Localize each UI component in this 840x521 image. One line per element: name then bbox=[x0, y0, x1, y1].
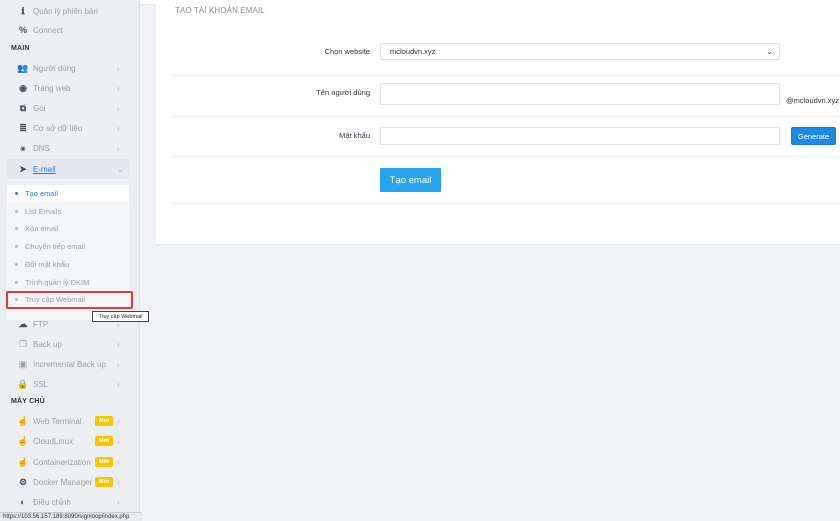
chevron-right-icon: › bbox=[117, 339, 120, 349]
website-select-value: mcloudvn.xyz bbox=[390, 47, 436, 56]
main-panel bbox=[156, 0, 840, 245]
submenu-create-email[interactable]: Tạo email bbox=[7, 185, 129, 202]
chevron-right-icon: › bbox=[117, 436, 120, 446]
webmail-tooltip: Truy cập Webmail bbox=[92, 311, 149, 322]
sidebar-item-users[interactable]: 👥 Người dùng › bbox=[0, 58, 140, 78]
password-input[interactable] bbox=[380, 127, 780, 145]
users-icon: 👥 bbox=[17, 62, 29, 73]
submenu-change-password[interactable]: Đổi mật khẩu bbox=[7, 256, 129, 273]
sidebar-item-databases[interactable]: ≣ Cơ sở dữ liệu › bbox=[0, 118, 140, 138]
generate-password-button[interactable]: Generate bbox=[791, 127, 836, 145]
chevron-right-icon: › bbox=[117, 477, 120, 487]
status-bar-url: https://103.56.157.189:8090/signloop/ind… bbox=[0, 512, 142, 521]
chevron-right-icon: › bbox=[117, 143, 120, 153]
sidebar-item-email[interactable]: ➤ E-mail ⌄ bbox=[7, 159, 129, 179]
globe-icon: ◉ bbox=[19, 82, 27, 93]
submenu-list-emails[interactable]: List Emails bbox=[7, 203, 129, 220]
sidebar-item-docker-manager[interactable]: ⚙ Docker Manager Mới › bbox=[0, 472, 140, 492]
link-icon: % bbox=[18, 25, 27, 35]
sidebar-item-ssl[interactable]: 🔒 SSL › bbox=[0, 374, 140, 394]
row-divider bbox=[170, 156, 840, 157]
info-icon: ℹ bbox=[21, 5, 25, 16]
username-label: Tên người dùng bbox=[316, 88, 370, 97]
chevron-right-icon: › bbox=[117, 457, 120, 467]
chevron-right-icon: › bbox=[117, 83, 120, 93]
sidebar-item-web-terminal[interactable]: ☝ Web Terminal Mới › bbox=[0, 411, 140, 431]
row-divider bbox=[170, 116, 840, 117]
chevron-right-icon: › bbox=[117, 123, 120, 133]
bullet-icon bbox=[15, 263, 18, 266]
chevron-right-icon: › bbox=[117, 103, 120, 113]
chevron-right-icon: › bbox=[117, 416, 120, 426]
adjust-icon: ◐ bbox=[20, 497, 26, 507]
new-badge: Mới bbox=[95, 477, 113, 487]
paper-plane-icon: ➤ bbox=[19, 163, 27, 174]
password-label: Mật khẩu bbox=[339, 131, 370, 140]
database-icon: ≣ bbox=[19, 122, 27, 133]
new-badge: Mới bbox=[95, 436, 113, 446]
sidebar-item-dns[interactable]: ⚹ DNS › bbox=[0, 138, 140, 158]
new-badge: Mới bbox=[95, 416, 113, 426]
page-title: TẠO TÀI KHOẢN EMAIL bbox=[175, 6, 265, 15]
copy-icon: ❐ bbox=[18, 338, 28, 349]
chevron-right-icon: › bbox=[117, 359, 120, 369]
domain-suffix: @mcloudvn.xyz bbox=[786, 96, 840, 105]
create-email-button[interactable]: Tạo email bbox=[380, 168, 441, 192]
chevron-down-icon: ⌄ bbox=[766, 47, 773, 56]
sidebar-item-tuning[interactable]: ◐ Điều chỉnh › bbox=[0, 492, 140, 512]
sidebar-item-incremental-backup[interactable]: ▣ Incremental Back up › bbox=[0, 354, 140, 374]
cogs-icon: ⚙ bbox=[18, 476, 28, 487]
save-icon: ▣ bbox=[18, 358, 28, 369]
website-select[interactable]: mcloudvn.xyz ⌄ bbox=[380, 43, 780, 60]
sidebar-item-backup[interactable]: ❐ Back up › bbox=[0, 334, 140, 354]
bullet-icon bbox=[15, 245, 18, 248]
chevron-right-icon: › bbox=[117, 379, 120, 389]
website-label: Chọn website bbox=[324, 47, 370, 56]
lock-icon: 🔒 bbox=[17, 378, 29, 389]
bullet-icon bbox=[15, 281, 18, 284]
hand-pointer-icon: ☝ bbox=[17, 435, 29, 446]
hand-pointer-icon: ☝ bbox=[17, 415, 29, 426]
sidebar-item-websites[interactable]: ◉ Trang web › bbox=[0, 78, 140, 98]
bullet-icon bbox=[15, 227, 18, 230]
chevron-right-icon: › bbox=[117, 497, 120, 507]
username-input[interactable] bbox=[380, 83, 780, 105]
submenu-dkim-manager[interactable]: Trình quản lý DKIM bbox=[7, 274, 129, 291]
submenu-delete-email[interactable]: Xóa email bbox=[7, 220, 129, 237]
new-badge: Mới bbox=[95, 457, 113, 467]
webmail-highlight-box bbox=[6, 291, 133, 309]
section-main-heading: MAIN bbox=[11, 45, 30, 52]
bullet-icon bbox=[15, 210, 18, 213]
chevron-right-icon: › bbox=[117, 63, 120, 73]
sidebar-item-cloudlinux[interactable]: ☝ CloudLinux Mới › bbox=[0, 431, 140, 451]
row-divider bbox=[170, 203, 840, 204]
submenu-forward-email[interactable]: Chuyển tiếp email bbox=[7, 238, 129, 255]
bullet-icon bbox=[15, 192, 18, 195]
section-server-heading: MÁY CHỦ bbox=[11, 398, 45, 405]
cloud-upload-icon: ☁ bbox=[18, 318, 28, 329]
sidebar-item-containerization[interactable]: ☝ Containerization Mới › bbox=[0, 452, 140, 472]
sidebar-item-version[interactable]: ℹ Quản lý phiên bản bbox=[0, 1, 140, 21]
chevron-down-icon: ⌄ bbox=[117, 164, 124, 174]
cubes-icon: ⧉ bbox=[19, 102, 27, 113]
sidebar-item-connect[interactable]: % Connect bbox=[0, 20, 140, 40]
sidebar: ℹ Quản lý phiên bản % Connect MAIN 👥 Ngư… bbox=[0, 0, 140, 521]
sitemap-icon: ⚹ bbox=[20, 142, 26, 153]
hand-pointer-icon: ☝ bbox=[17, 456, 29, 467]
row-divider bbox=[170, 75, 840, 76]
sidebar-item-packages[interactable]: ⧉ Gói › bbox=[0, 98, 140, 118]
